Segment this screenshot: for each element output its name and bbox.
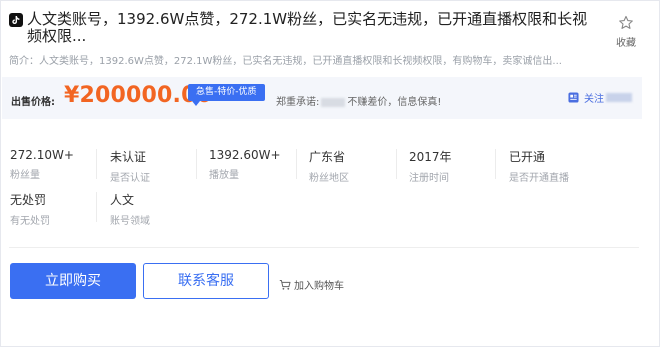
stat-live: 已开通 是否开通直播 [509,148,569,184]
promise-text: 郑重承诺: 不赚差价，信息保真! [276,93,441,108]
price-label: 出售价格: [11,97,55,108]
stat-label: 注册时间 [409,173,449,184]
stat-domain: 人文 账号领域 [110,191,150,227]
stat-label: 有无处罚 [10,216,50,227]
divider [196,149,197,179]
stat-value: 1392.60W+ [209,148,281,162]
promo-badge: 急售-特价-优质 [188,84,265,106]
redacted-name [321,97,346,107]
redacted-seller [606,93,632,102]
promise-label: 郑重承诺: [276,97,320,108]
section-divider [9,247,639,248]
stat-value: 2017年 [409,150,452,164]
stat-label: 粉丝量 [10,170,40,181]
tiktok-icon [9,13,23,27]
favorite-label: 收藏 [616,38,636,49]
stat-value: 已开通 [509,150,546,164]
stat-penalty: 无处罚 有无处罚 [10,191,50,227]
star-icon [619,15,633,29]
stat-value: 无处罚 [10,193,47,207]
stat-value: 广东省 [309,150,346,164]
listing-summary: 简介：人文类账号，1392.6W点赞，272.1W粉丝，已实名无违规，已开通直播… [9,56,562,67]
stat-label: 播放量 [209,170,239,181]
follow-label: 关注 [584,94,604,105]
contact-service-button[interactable]: 联系客服 [143,263,269,299]
stat-region: 广东省 粉丝地区 [309,148,349,184]
follow-seller-link[interactable]: 关注 [568,90,632,105]
listing-card: 人文类账号，1392.6W点赞，272.1W粉丝，已实名无违规，已开通直播权限和… [0,0,660,347]
stat-value: 未认证 [110,150,147,164]
stat-value: 人文 [110,193,135,207]
divider [396,149,397,179]
cart-icon [279,279,291,290]
stat-label: 是否开通直播 [509,173,569,184]
price-bar: 出售价格: ¥200000.00 急售-特价-优质 郑重承诺: 不赚差价，信息保真… [2,77,642,119]
stat-label: 是否认证 [110,173,150,184]
stat-registration: 2017年 注册时间 [409,148,452,184]
divider [495,149,496,179]
divider [96,192,97,222]
seller-icon [568,92,579,103]
stat-followers: 272.10W+ 粉丝量 [10,148,74,181]
promise-tail: 不赚差价，信息保真! [347,97,442,108]
stat-label: 账号领域 [110,216,150,227]
listing-title: 人文类账号，1392.6W点赞，272.1W粉丝，已实名无违规，已开通直播权限和… [27,10,588,45]
stat-value: 272.10W+ [10,148,74,162]
buy-now-button[interactable]: 立即购买 [10,263,136,299]
divider [296,149,297,179]
cart-label: 加入购物车 [294,281,344,292]
add-to-cart-link[interactable]: 加入购物车 [279,277,344,292]
stat-plays: 1392.60W+ 播放量 [209,148,281,181]
title-row: 人文类账号，1392.6W点赞，272.1W粉丝，已实名无违规，已开通直播权限和… [9,11,593,47]
stat-label: 粉丝地区 [309,173,349,184]
divider [96,149,97,179]
stat-verification: 未认证 是否认证 [110,148,150,184]
favorite-button[interactable]: 收藏 [607,15,645,49]
